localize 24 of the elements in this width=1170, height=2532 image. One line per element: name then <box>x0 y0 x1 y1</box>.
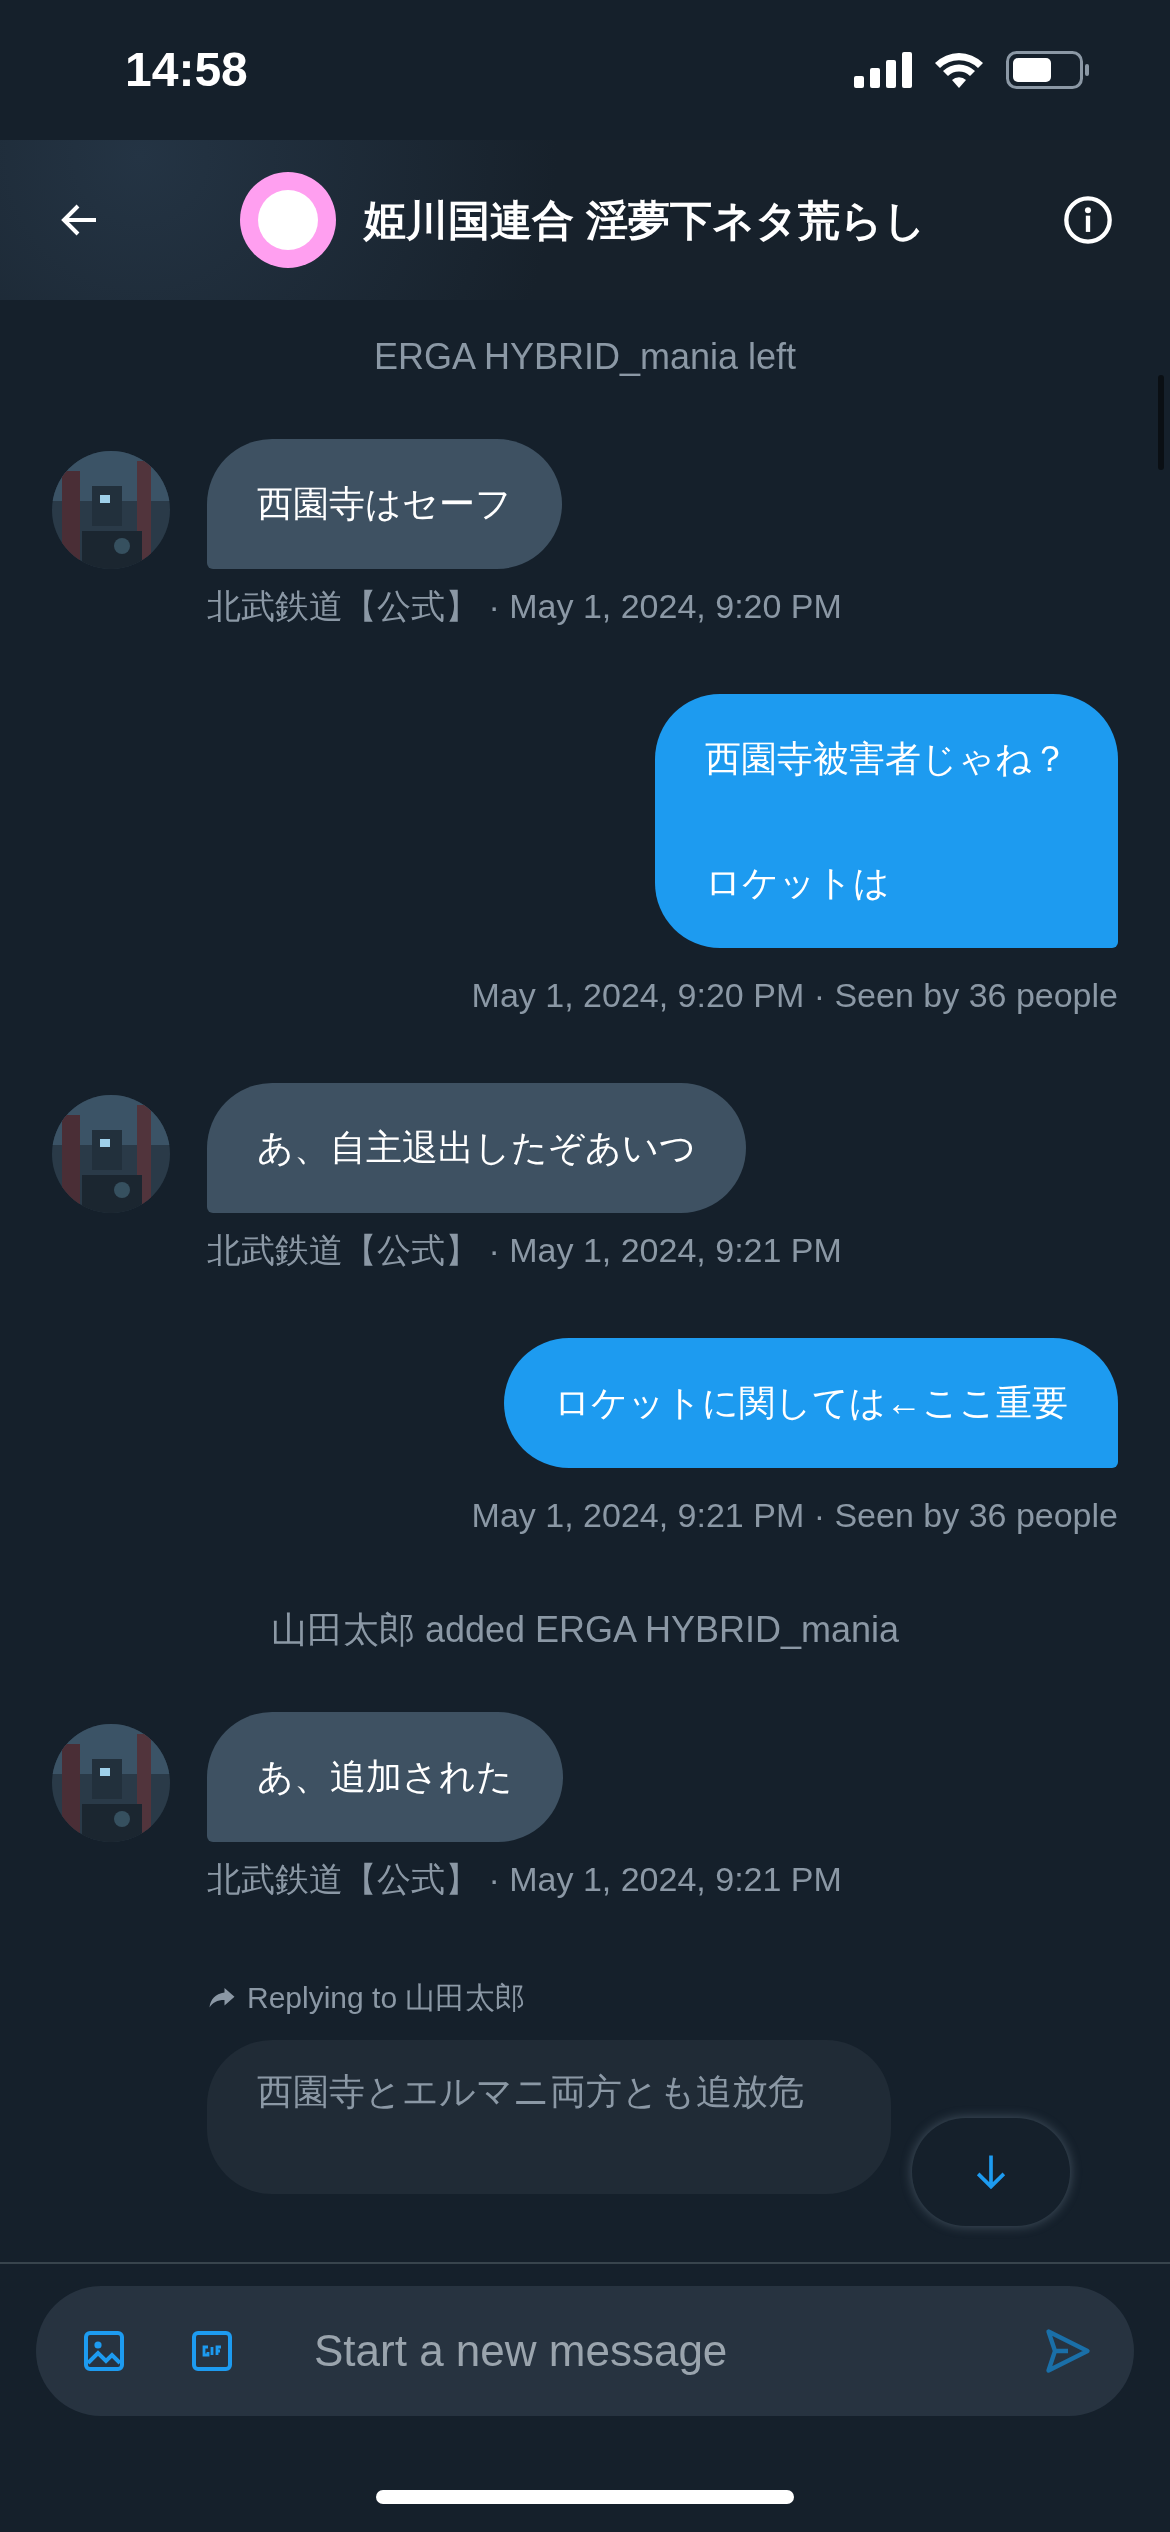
message-text: ロケットに関しては←ここ重要 <box>554 1381 1068 1425</box>
message-bubble: 西園寺はセーフ <box>207 439 562 569</box>
message-field[interactable]: Start a new message <box>314 2318 1042 2384</box>
message-meta: 北武鉄道【公式】 · May 1, 2024, 9:21 PM <box>207 1230 843 1271</box>
battery-icon <box>1006 51 1090 89</box>
message-bubble: 西園寺とエルマニ両方とも追放危 <box>207 2040 891 2194</box>
message-meta: May 1, 2024, 9:20 PM · Seen by 36 people <box>471 975 1118 1016</box>
signal-icon <box>854 52 912 88</box>
message-bubble: あ、追加された <box>207 1712 563 1842</box>
message-meta: 北武鉄道【公式】 · May 1, 2024, 9:20 PM <box>207 586 843 627</box>
message-meta: May 1, 2024, 9:21 PM · Seen by 36 people <box>471 1495 1118 1536</box>
message-input[interactable]: Start a new message <box>36 2286 1134 2416</box>
message-text: 西園寺被害者じゃね？ <box>705 737 1068 781</box>
message-text: ロケットは <box>705 861 891 905</box>
system-message: 山田太郎 added ERGA HYBRID_mania <box>270 1608 900 1652</box>
info-icon <box>1062 194 1114 246</box>
system-message: ERGA HYBRID_mania left <box>373 335 797 379</box>
message-meta: 北武鉄道【公式】 · May 1, 2024, 9:21 PM <box>207 1859 843 1900</box>
replying-to-label: Replying to 山田太郎 <box>247 1980 526 2016</box>
info-button[interactable] <box>1062 194 1114 246</box>
message-bubble: あ、自主退出したぞあいつ <box>207 1083 746 1213</box>
status-time: 14:58 <box>125 42 248 98</box>
wifi-icon <box>934 52 984 88</box>
conversation-title: 姫川国連合 淫夢下ネタ荒らし <box>364 195 926 246</box>
